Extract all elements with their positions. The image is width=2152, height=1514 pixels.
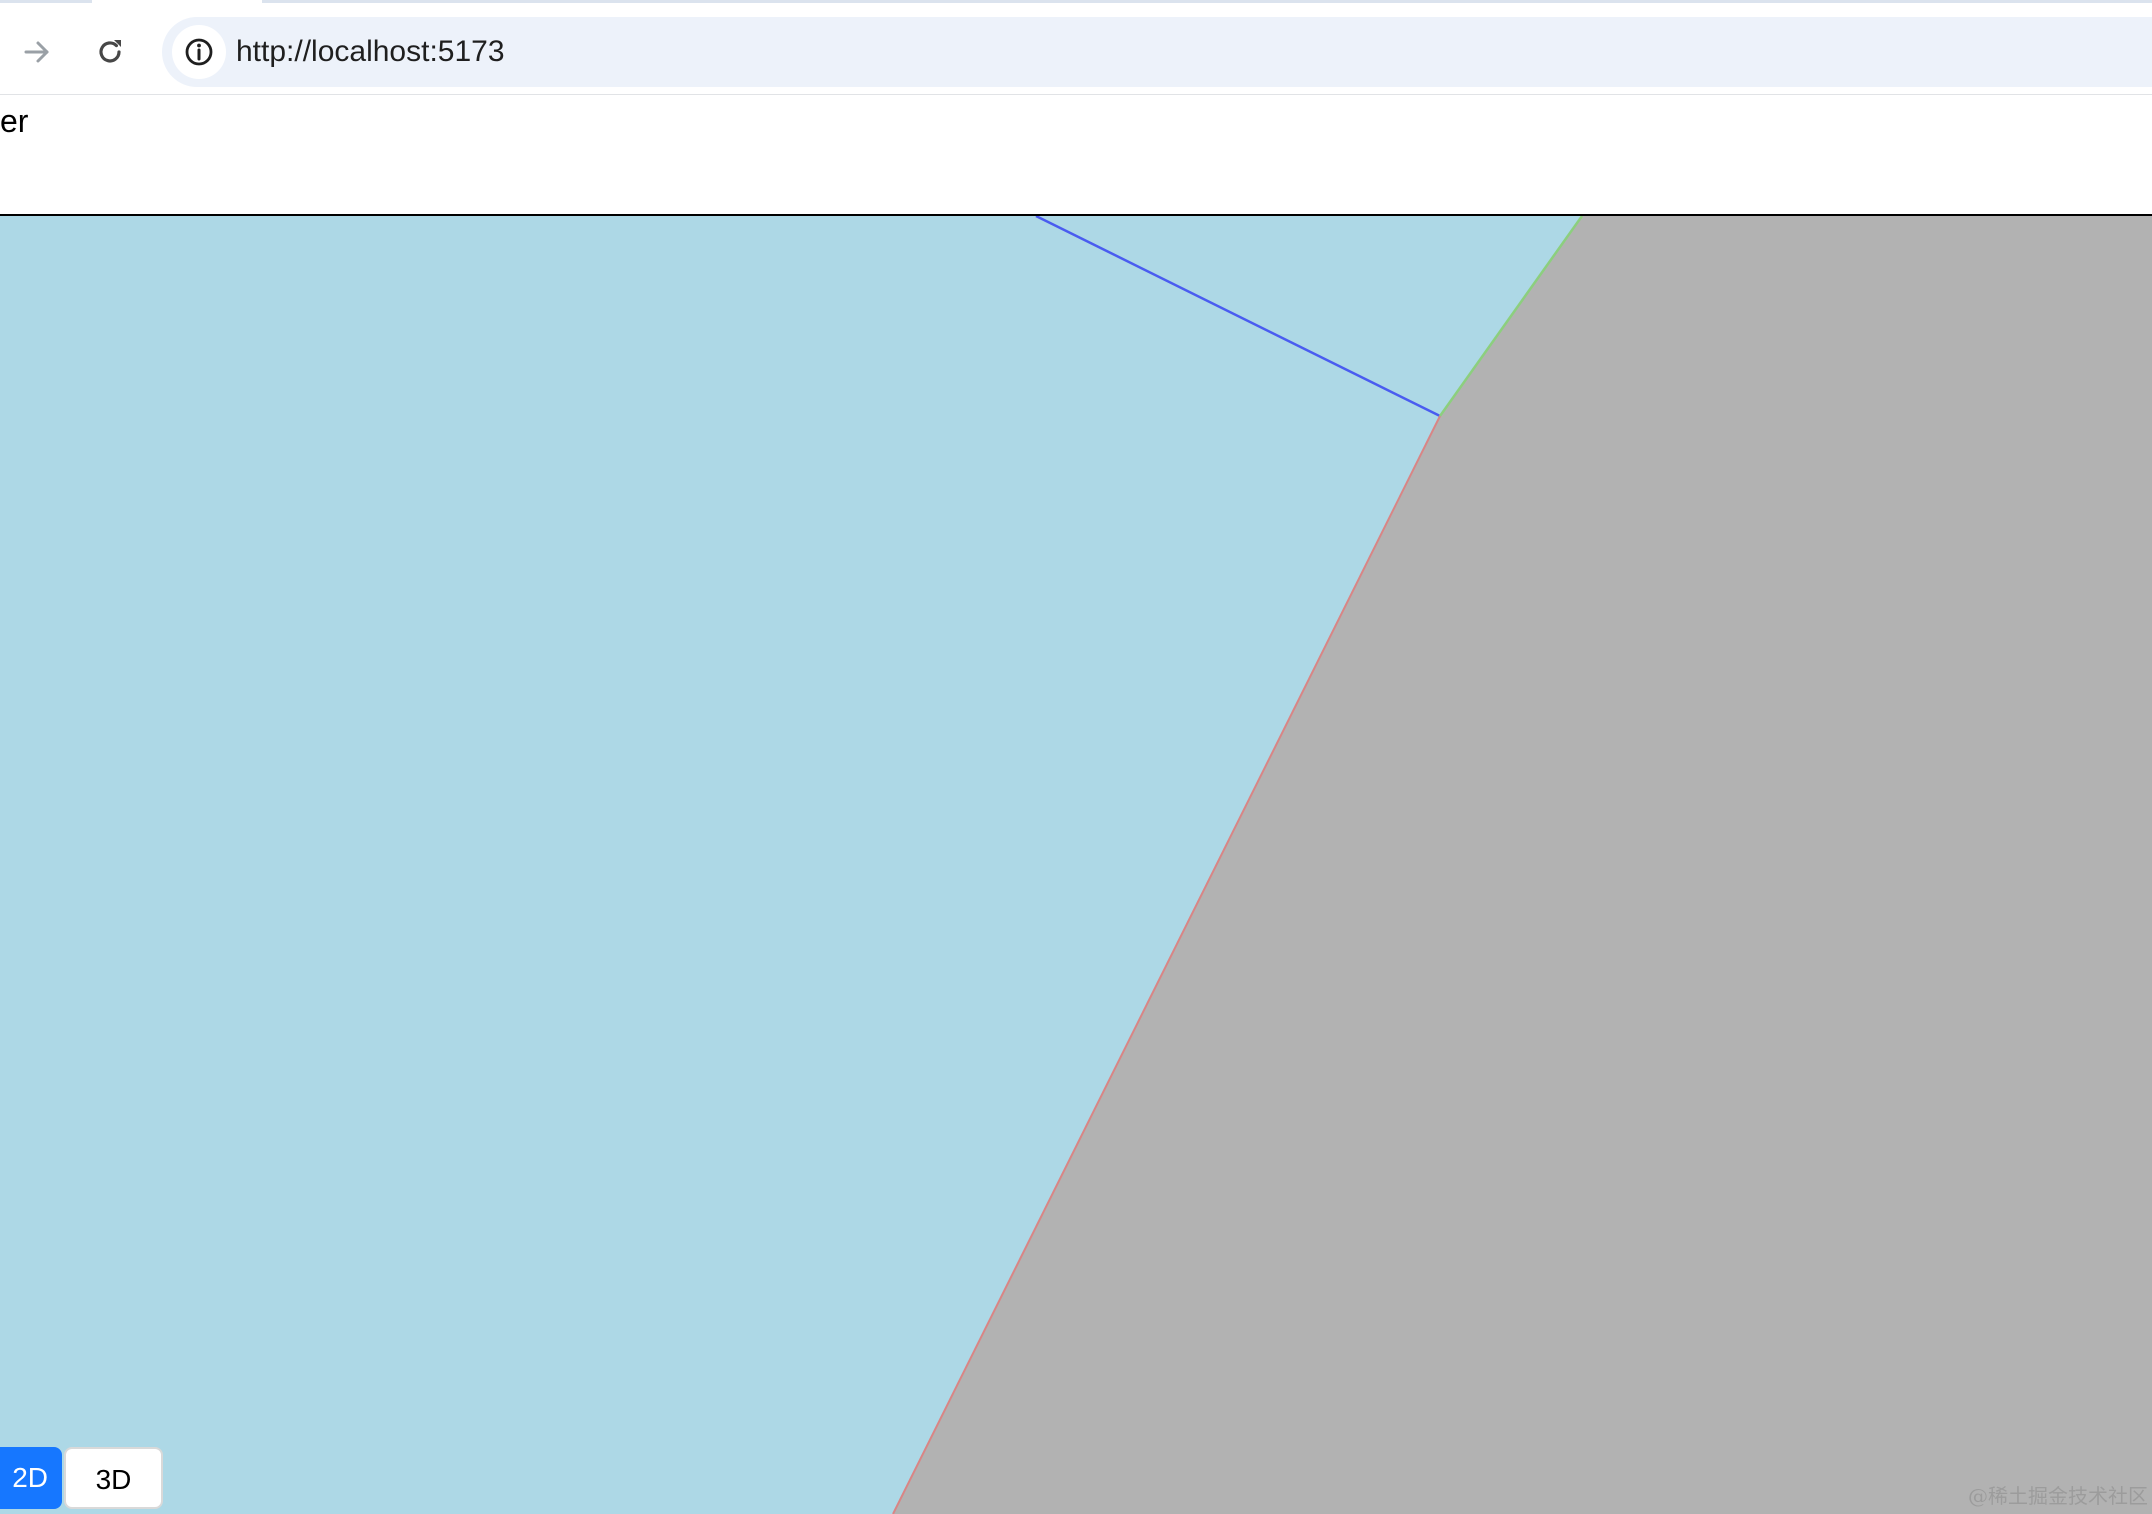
mode-3d-button[interactable]: 3D	[64, 1447, 163, 1509]
scene-view[interactable]	[0, 216, 2152, 1514]
arrow-right-icon	[24, 41, 49, 63]
tab-edge-right	[262, 0, 2152, 3]
browser-window: http://localhost:5173 er 2D 3D @稀土掘金技术社区	[0, 0, 2152, 1514]
address-bar[interactable]: http://localhost:5173	[162, 17, 2152, 87]
browser-toolbar: http://localhost:5173	[0, 5, 2152, 95]
reload-icon	[99, 40, 121, 63]
info-icon	[185, 38, 213, 66]
page-header: er	[0, 95, 2152, 216]
mode-2d-button[interactable]: 2D	[0, 1447, 62, 1509]
forward-button[interactable]	[9, 24, 65, 80]
site-info-button[interactable]	[172, 25, 226, 79]
reload-button[interactable]	[82, 24, 138, 80]
page-title: er	[0, 103, 29, 139]
url-text[interactable]: http://localhost:5173	[236, 17, 505, 87]
tab-edge-left	[0, 0, 92, 3]
watermark: @稀土掘金技术社区	[1968, 1484, 2148, 1508]
map-canvas[interactable]	[0, 216, 2152, 1514]
